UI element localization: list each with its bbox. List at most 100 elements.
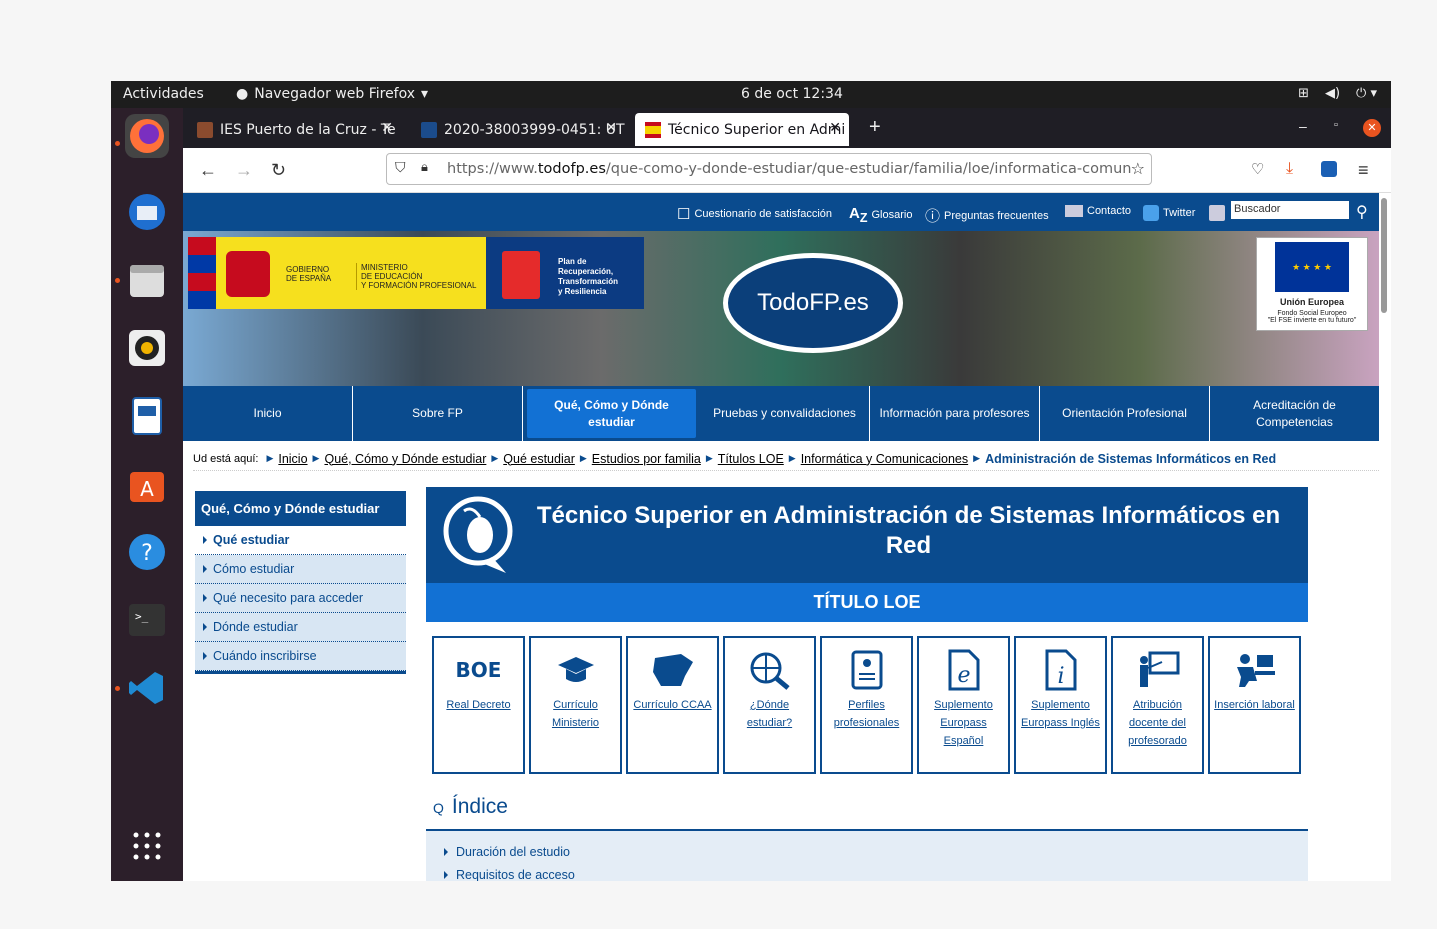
todofp-logo[interactable]: TodoFP.es xyxy=(723,253,903,353)
glossary-link[interactable]: AZ Glosario xyxy=(849,205,912,225)
menu-orientacion[interactable]: Orientación Profesional xyxy=(1040,386,1210,441)
close-icon[interactable]: ✕ xyxy=(829,120,841,136)
card-donde-estudiar[interactable]: ¿Dónde estudiar? xyxy=(723,636,816,774)
rhythmbox-icon[interactable] xyxy=(125,326,169,370)
tab-todofp[interactable]: Técnico Superior en Admi ✕ xyxy=(635,113,849,146)
title-box: Técnico Superior en Administración de Si… xyxy=(426,487,1308,583)
new-tab-icon[interactable]: + xyxy=(869,116,881,139)
survey-link[interactable]: ☐ Cuestionario de satisfacción xyxy=(677,205,832,223)
spain-map-icon xyxy=(628,644,717,696)
side-menu-title: Qué, Cómo y Dónde estudiar xyxy=(195,491,406,526)
card-insercion-laboral[interactable]: Inserción laboral xyxy=(1208,636,1301,774)
side-item-que-estudiar[interactable]: Qué estudiar xyxy=(195,526,406,555)
twitter-icon xyxy=(1143,205,1159,221)
search-input[interactable]: Buscador xyxy=(1231,201,1349,219)
arrow-icon: ▶ xyxy=(312,453,320,463)
card-curriculo-ccaa[interactable]: Currículo CCAA xyxy=(626,636,719,774)
side-item-como-estudiar[interactable]: Cómo estudiar xyxy=(195,555,406,584)
menu-pruebas[interactable]: Pruebas y convalidaciones xyxy=(700,386,870,441)
bookmark-star-icon[interactable]: ☆ xyxy=(1130,159,1145,178)
card-atribucion-docente[interactable]: Atribución docente del profesorado xyxy=(1111,636,1204,774)
system-tray[interactable]: ⊞ ◀) ⏻ ▾ xyxy=(1298,86,1377,101)
software-center-icon[interactable]: A xyxy=(125,462,169,506)
card-europass-es[interactable]: e Suplemento Europass Español xyxy=(917,636,1010,774)
card-perfiles[interactable]: Perfiles profesionales xyxy=(820,636,913,774)
back-icon[interactable]: ← xyxy=(199,160,217,181)
main-menu: Inicio Sobre FP Qué, Cómo y Dónde estudi… xyxy=(183,386,1379,441)
arrow-icon: ▶ xyxy=(266,453,274,463)
worker-desk-icon xyxy=(1210,644,1299,696)
dock: A ? >_ xyxy=(111,108,183,881)
close-icon[interactable]: ✕ xyxy=(605,120,617,136)
firefox-icon[interactable] xyxy=(125,114,169,158)
recovery-r-icon xyxy=(502,251,540,299)
svg-text:A: A xyxy=(140,477,154,501)
spain-flag-icon xyxy=(188,237,216,309)
help-icon[interactable]: ? xyxy=(125,530,169,574)
reload-icon[interactable]: ↻ xyxy=(271,160,286,181)
libreoffice-writer-icon[interactable] xyxy=(125,394,169,438)
terminal-icon[interactable]: >_ xyxy=(125,598,169,642)
menu-profesores[interactable]: Información para profesores xyxy=(870,386,1040,441)
maximize-icon[interactable]: ▫ xyxy=(1334,119,1338,131)
menu-acreditacion[interactable]: Acreditación de Competencias xyxy=(1210,386,1379,441)
forward-icon[interactable]: → xyxy=(235,160,253,181)
index-item-requisitos[interactable]: Requisitos de acceso xyxy=(444,868,575,881)
index-item-duracion[interactable]: Duración del estudio xyxy=(444,845,570,859)
close-icon[interactable]: ✕ xyxy=(381,120,393,136)
close-window-icon[interactable]: ✕ xyxy=(1363,119,1381,137)
minimize-icon[interactable]: – xyxy=(1299,118,1307,134)
side-item-cuando-inscribirse[interactable]: Cuándo inscribirse xyxy=(195,642,406,671)
files-icon[interactable] xyxy=(125,258,169,302)
utility-bar: ☐ Cuestionario de satisfacción AZ Glosario… xyxy=(183,193,1379,231)
breadcrumb-link[interactable]: Títulos LOE xyxy=(718,452,784,466)
firefox-window: IES Puerto de la Cruz - Te ✕ 2020-3800399… xyxy=(183,108,1391,881)
faq-link[interactable]: ⓘ Preguntas frecuentes xyxy=(925,205,1049,226)
breadcrumb-link[interactable]: Informática y Comunicaciones xyxy=(801,452,968,466)
vscode-icon[interactable] xyxy=(125,666,169,710)
chevron-down-icon: ▾ xyxy=(421,86,429,102)
web-page: ☐ Cuestionario de satisfacción AZ Glosario… xyxy=(183,193,1391,881)
clock[interactable]: 6 de oct 12:34 xyxy=(741,86,843,102)
computer-mouse-icon xyxy=(443,496,513,573)
ies-favicon xyxy=(197,121,213,138)
tab-bar: IES Puerto de la Cruz - Te ✕ 2020-3800399… xyxy=(183,108,1391,148)
arrow-icon: ▶ xyxy=(491,453,499,463)
thunderbird-icon[interactable] xyxy=(125,190,169,234)
share-icon[interactable] xyxy=(1209,205,1225,221)
url-bar[interactable]: ⛉ 🔒︎ https://www. todofp.es/que-como-y-do… xyxy=(386,153,1152,185)
page-scrollbar[interactable] xyxy=(1381,198,1387,313)
breadcrumb-link[interactable]: Inicio xyxy=(278,452,307,466)
tab-ies[interactable]: IES Puerto de la Cruz - Te ✕ xyxy=(187,113,401,146)
breadcrumb-link[interactable]: Qué estudiar xyxy=(503,452,575,466)
twitter-link[interactable]: Twitter xyxy=(1143,205,1195,221)
menu-inicio[interactable]: Inicio xyxy=(183,386,353,441)
activities-button[interactable]: Actividades xyxy=(123,86,204,102)
menu-icon[interactable]: ≡ xyxy=(1358,160,1369,181)
menu-sobre-fp[interactable]: Sobre FP xyxy=(353,386,523,441)
side-item-que-necesito[interactable]: Qué necesito para acceder xyxy=(195,584,406,613)
extension-icon[interactable] xyxy=(1321,161,1337,177)
svg-text:?: ? xyxy=(141,541,153,566)
menu-que-como-donde[interactable]: Qué, Cómo y Dónde estudiar xyxy=(527,389,696,438)
card-real-decreto[interactable]: BOE Real Decreto xyxy=(432,636,525,774)
show-apps-icon[interactable] xyxy=(125,824,169,868)
contact-link[interactable]: Contacto xyxy=(1065,205,1131,217)
lock-icon: 🔒︎ xyxy=(421,160,428,175)
arrow-icon: ▶ xyxy=(579,453,587,463)
header-banner: GOBIERNO DE ESPAÑA MINISTERIO DE EDUCACIÓN… xyxy=(183,231,1379,386)
app-menu[interactable]: ● Navegador web Firefox ▾ xyxy=(236,86,428,102)
search-small-icon: Q xyxy=(433,800,444,816)
card-curriculo-ministerio[interactable]: Currículo Ministerio xyxy=(529,636,622,774)
tab-ut[interactable]: 2020-38003999-0451: UT ✕ xyxy=(411,113,625,146)
svg-text:>_: >_ xyxy=(135,610,149,623)
profile-document-icon xyxy=(822,644,911,696)
arrow-icon: ▶ xyxy=(973,453,981,463)
pocket-icon[interactable]: ♡ xyxy=(1251,160,1264,178)
breadcrumb-link[interactable]: Qué, Cómo y Dónde estudiar xyxy=(324,452,486,466)
card-europass-en[interactable]: i Suplemento Europass Inglés xyxy=(1014,636,1107,774)
search-icon[interactable]: ⚲ xyxy=(1356,202,1368,222)
side-item-donde-estudiar[interactable]: Dónde estudiar xyxy=(195,613,406,642)
downloads-icon[interactable]: ⤓ xyxy=(1286,160,1293,178)
breadcrumb-link[interactable]: Estudios por familia xyxy=(592,452,701,466)
